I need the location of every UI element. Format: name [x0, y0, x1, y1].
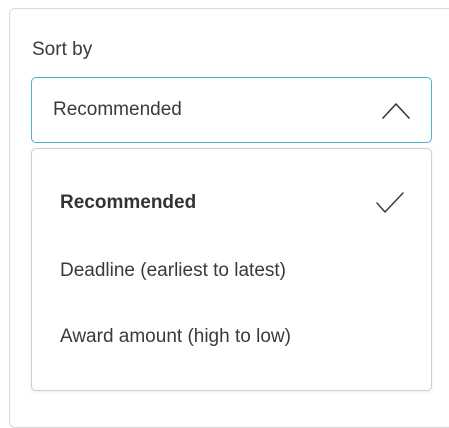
checkmark-icon	[376, 192, 404, 213]
sort-select[interactable]: Recommended	[31, 77, 432, 143]
sort-select-value: Recommended	[53, 99, 182, 120]
chevron-up-icon[interactable]	[381, 100, 411, 120]
sort-option-label: Deadline (earliest to latest)	[60, 260, 286, 281]
sort-option-label: Award amount (high to low)	[60, 326, 291, 347]
sort-option-recommended[interactable]: Recommended	[60, 189, 411, 217]
sort-option-deadline[interactable]: Deadline (earliest to latest)	[60, 257, 411, 285]
sort-option-label: Recommended	[60, 192, 197, 213]
sort-options-menu: Recommended Deadline (earliest to latest…	[31, 148, 432, 391]
sort-by-label: Sort by	[32, 39, 93, 60]
sort-option-award-amount[interactable]: Award amount (high to low)	[60, 323, 411, 351]
